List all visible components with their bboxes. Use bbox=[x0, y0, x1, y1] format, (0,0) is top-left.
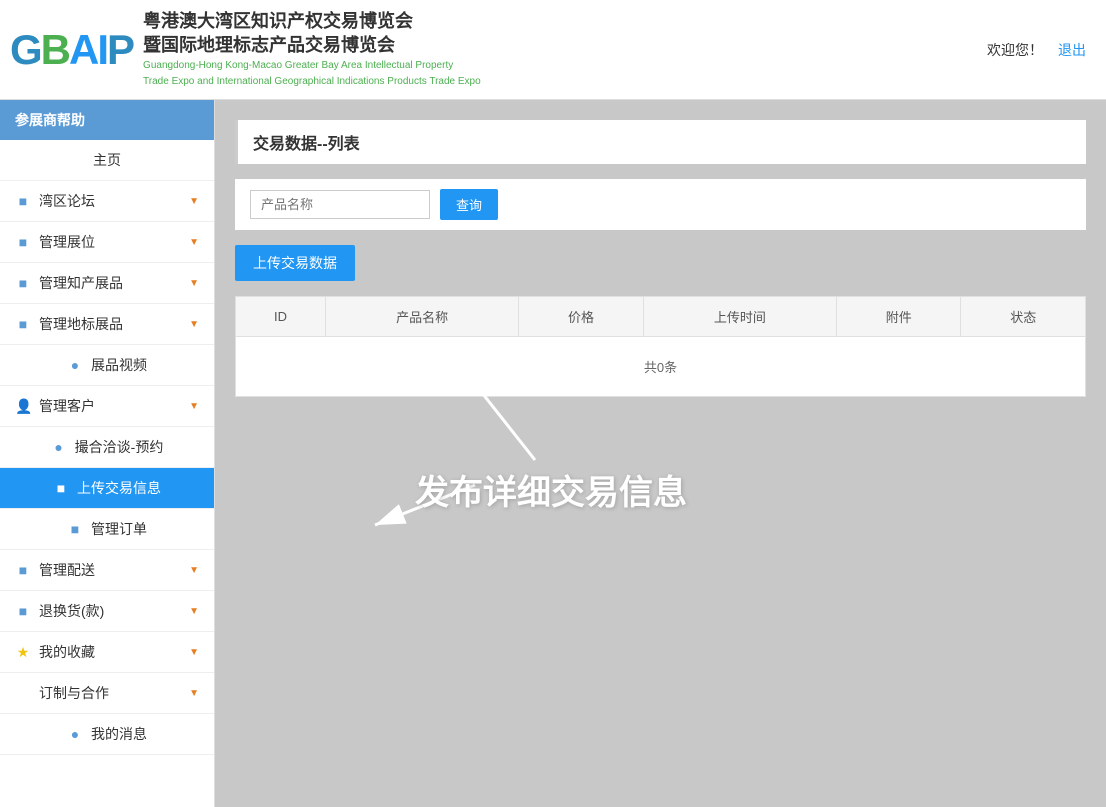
col-status: 状态 bbox=[961, 297, 1086, 337]
sidebar-bay-forum-label: 湾区论坛 bbox=[39, 191, 95, 211]
video-icon: ● bbox=[67, 357, 83, 373]
sidebar-item-bay-forum[interactable]: ■ 湾区论坛 ▼ bbox=[0, 181, 214, 222]
col-id: ID bbox=[236, 297, 326, 337]
sidebar-item-left: ■ 退换货(款) bbox=[15, 601, 104, 621]
col-product-name: 产品名称 bbox=[326, 297, 519, 337]
favorites-icon: ★ bbox=[15, 644, 31, 661]
header-title-cn-line1: 粤港澳大湾区知识产权交易博览会 bbox=[143, 10, 481, 33]
logo-i: I bbox=[97, 26, 107, 74]
sidebar-manage-delivery-label: 管理配送 bbox=[39, 560, 95, 580]
sidebar-item-left: 订制与合作 bbox=[15, 683, 109, 703]
bay-forum-icon: ■ bbox=[15, 193, 31, 209]
sidebar-favorites-label: 我的收藏 bbox=[39, 642, 95, 662]
header-right: 欢迎您！ 退出 bbox=[987, 40, 1086, 60]
manage-delivery-icon: ■ bbox=[15, 562, 31, 578]
manage-geo-arrow: ▼ bbox=[189, 319, 199, 330]
search-input[interactable] bbox=[250, 190, 430, 219]
favorites-arrow: ▼ bbox=[189, 647, 199, 658]
logo-p: P bbox=[107, 26, 133, 74]
sidebar-item-manage-customer[interactable]: 👤 管理客户 ▼ bbox=[0, 386, 214, 427]
sidebar-return-label: 退换货(款) bbox=[39, 601, 104, 621]
sidebar-item-manage-order[interactable]: ■ 管理订单 bbox=[0, 509, 214, 550]
data-table: ID 产品名称 价格 上传时间 附件 状态 共0条 bbox=[235, 296, 1086, 397]
manage-ip-icon: ■ bbox=[15, 275, 31, 291]
sidebar-item-left: 👤 管理客户 bbox=[15, 396, 95, 416]
header-title-block: 粤港澳大湾区知识产权交易博览会 暨国际地理标志产品交易博览会 Guangdong… bbox=[143, 10, 481, 89]
manage-delivery-arrow: ▼ bbox=[189, 565, 199, 576]
logo: GBAIP bbox=[10, 26, 133, 74]
sidebar-item-message[interactable]: ● 我的消息 bbox=[0, 714, 214, 755]
sidebar-item-manage-booth[interactable]: ■ 管理展位 ▼ bbox=[0, 222, 214, 263]
logout-link[interactable]: 退出 bbox=[1058, 40, 1086, 60]
sidebar-manage-order-label: 管理订单 bbox=[91, 519, 147, 539]
sidebar-manage-geo-label: 管理地标展品 bbox=[39, 314, 123, 334]
manage-order-icon: ■ bbox=[67, 521, 83, 537]
manage-ip-arrow: ▼ bbox=[189, 278, 199, 289]
sidebar-message-label: 我的消息 bbox=[91, 724, 147, 744]
sidebar-item-manage-delivery[interactable]: ■ 管理配送 ▼ bbox=[0, 550, 214, 591]
sidebar-item-manage-ip[interactable]: ■ 管理知产展品 ▼ bbox=[0, 263, 214, 304]
sidebar-item-left: ■ 管理展位 bbox=[15, 232, 95, 252]
header-left: GBAIP 粤港澳大湾区知识产权交易博览会 暨国际地理标志产品交易博览会 Gua… bbox=[10, 10, 481, 89]
manage-customer-icon: 👤 bbox=[15, 398, 31, 415]
sidebar-video-label: 展品视频 bbox=[91, 355, 147, 375]
sidebar: 参展商帮助 主页 ■ 湾区论坛 ▼ ■ 管理展位 ▼ ■ 管理知产展品 bbox=[0, 100, 215, 807]
sidebar-customize-label: 订制与合作 bbox=[39, 683, 109, 703]
sidebar-item-left: ■ 管理地标展品 bbox=[15, 314, 123, 334]
sidebar-manage-ip-label: 管理知产展品 bbox=[39, 273, 123, 293]
return-arrow: ▼ bbox=[189, 606, 199, 617]
sidebar-item-upload-trade[interactable]: ■ 上传交易信息 bbox=[0, 468, 214, 509]
sidebar-item-video[interactable]: ● 展品视频 bbox=[0, 345, 214, 386]
search-button[interactable]: 查询 bbox=[440, 189, 498, 220]
sidebar-item-left: ★ 我的收藏 bbox=[15, 642, 95, 662]
customize-arrow: ▼ bbox=[189, 688, 199, 699]
header-title-en-line1: Guangdong-Hong Kong-Macao Greater Bay Ar… bbox=[143, 59, 481, 73]
upload-trade-icon: ■ bbox=[53, 480, 69, 496]
main-layout: 参展商帮助 主页 ■ 湾区论坛 ▼ ■ 管理展位 ▼ ■ 管理知产展品 bbox=[0, 100, 1106, 807]
return-icon: ■ bbox=[15, 603, 31, 619]
sidebar-manage-customer-label: 管理客户 bbox=[39, 396, 95, 416]
col-price: 价格 bbox=[519, 297, 643, 337]
sidebar-manage-booth-label: 管理展位 bbox=[39, 232, 95, 252]
welcome-text: 欢迎您！ bbox=[987, 40, 1043, 60]
header-title-en-line2: Trade Expo and International Geographica… bbox=[143, 75, 481, 89]
sidebar-upload-trade-label: 上传交易信息 bbox=[77, 478, 161, 498]
data-table-wrapper: ID 产品名称 价格 上传时间 附件 状态 共0条 bbox=[235, 296, 1086, 397]
meeting-icon: ● bbox=[51, 439, 67, 455]
table-empty-row: 共0条 bbox=[236, 337, 1086, 397]
sidebar-item-manage-geo[interactable]: ■ 管理地标展品 ▼ bbox=[0, 304, 214, 345]
sidebar-item-meeting[interactable]: ● 撮合洽谈-预约 bbox=[0, 427, 214, 468]
message-icon: ● bbox=[67, 726, 83, 742]
sidebar-meeting-label: 撮合洽谈-预约 bbox=[75, 437, 164, 457]
sidebar-item-return[interactable]: ■ 退换货(款) ▼ bbox=[0, 591, 214, 632]
manage-geo-icon: ■ bbox=[15, 316, 31, 332]
header: GBAIP 粤港澳大湾区知识产权交易博览会 暨国际地理标志产品交易博览会 Gua… bbox=[0, 0, 1106, 100]
search-bar: 查询 bbox=[235, 179, 1086, 230]
header-title-cn-line2: 暨国际地理标志产品交易博览会 bbox=[143, 34, 481, 57]
col-attachment: 附件 bbox=[837, 297, 961, 337]
manage-customer-arrow: ▼ bbox=[189, 401, 199, 412]
sidebar-item-left: ■ 管理配送 bbox=[15, 560, 95, 580]
empty-text: 共0条 bbox=[236, 337, 1086, 397]
annotation-text: 发布详细交易信息 bbox=[415, 465, 687, 514]
upload-trade-data-button[interactable]: 上传交易数据 bbox=[235, 245, 355, 281]
manage-booth-arrow: ▼ bbox=[189, 237, 199, 248]
page-title: 交易数据--列表 bbox=[235, 120, 1086, 164]
manage-booth-icon: ■ bbox=[15, 234, 31, 250]
sidebar-item-left: ■ 管理知产展品 bbox=[15, 273, 123, 293]
logo-g: G bbox=[10, 26, 41, 74]
content-area: 交易数据--列表 查询 上传交易数据 ID 产品名称 价格 上传时间 附件 状态 bbox=[215, 100, 1106, 807]
sidebar-home-label: 主页 bbox=[93, 150, 121, 170]
sidebar-item-left: ■ 湾区论坛 bbox=[15, 191, 95, 211]
bay-forum-arrow: ▼ bbox=[189, 196, 199, 207]
col-upload-time: 上传时间 bbox=[643, 297, 836, 337]
sidebar-title: 参展商帮助 bbox=[0, 100, 214, 140]
sidebar-item-customize[interactable]: 订制与合作 ▼ bbox=[0, 673, 214, 714]
sidebar-item-favorites[interactable]: ★ 我的收藏 ▼ bbox=[0, 632, 214, 673]
logo-b: B bbox=[41, 26, 69, 74]
logo-a: A bbox=[69, 26, 97, 74]
sidebar-item-home[interactable]: 主页 bbox=[0, 140, 214, 181]
